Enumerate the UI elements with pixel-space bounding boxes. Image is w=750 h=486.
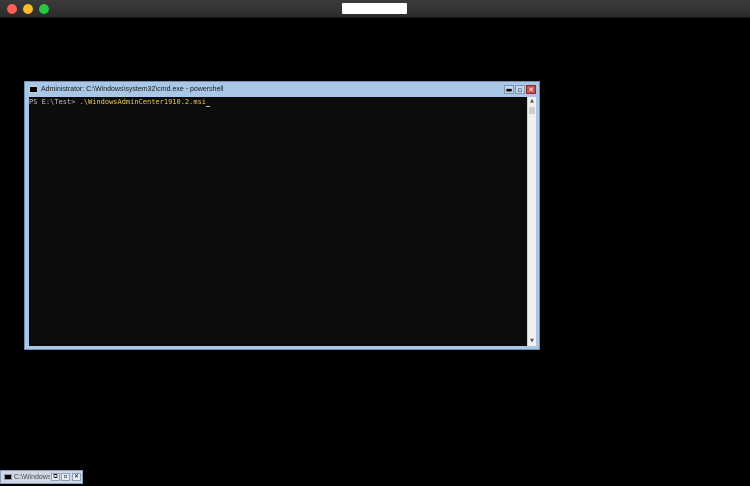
taskbar-item-label: C:\Windows\ bbox=[14, 474, 50, 481]
scrollbar-thumb[interactable] bbox=[529, 107, 535, 114]
console-window: Administrator: C:\Windows\system32\cmd.e… bbox=[24, 81, 540, 350]
maximize-icon[interactable]: ▫ bbox=[515, 85, 525, 94]
minimize-window-icon[interactable] bbox=[23, 4, 33, 14]
close-icon[interactable]: ✕ bbox=[526, 85, 536, 94]
console-prompt: PS E:\Test> bbox=[29, 98, 80, 106]
console-title-bar[interactable]: Administrator: C:\Windows\system32\cmd.e… bbox=[25, 82, 539, 97]
scroll-up-icon[interactable]: ▲ bbox=[528, 97, 536, 106]
zoom-window-icon[interactable] bbox=[39, 4, 49, 14]
minimized-window-taskbar-item[interactable]: C:\Windows\ ⧉ ▫ ✕ bbox=[0, 470, 83, 484]
console-command: .\WindowsAdminCenter1910.2.msi bbox=[79, 98, 207, 106]
close-icon[interactable]: ✕ bbox=[72, 473, 81, 481]
console-output[interactable]: PS E:\Test> .\WindowsAdminCenter1910.2.m… bbox=[29, 97, 527, 346]
host-title-bar bbox=[0, 0, 750, 18]
minimize-icon[interactable]: ▬ bbox=[504, 85, 514, 94]
console-icon bbox=[4, 474, 12, 480]
console-icon bbox=[29, 86, 38, 93]
host-window-title bbox=[342, 3, 407, 14]
vertical-scrollbar[interactable]: ▲ ▼ bbox=[527, 97, 536, 346]
close-window-icon[interactable] bbox=[7, 4, 17, 14]
restore-icon[interactable]: ⧉ bbox=[51, 473, 60, 481]
text-cursor bbox=[206, 106, 211, 107]
scroll-down-icon[interactable]: ▼ bbox=[528, 337, 536, 346]
maximize-icon[interactable]: ▫ bbox=[61, 473, 70, 481]
console-window-title: Administrator: C:\Windows\system32\cmd.e… bbox=[41, 86, 224, 93]
